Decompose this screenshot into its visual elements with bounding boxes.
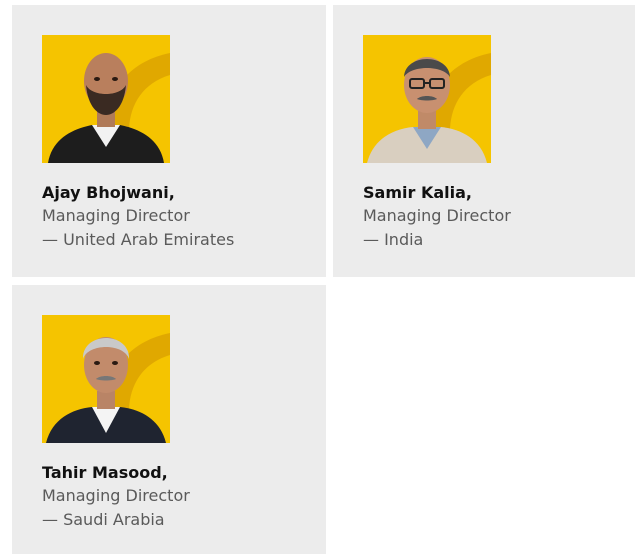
member-photo — [42, 35, 170, 163]
member-photo — [42, 315, 170, 443]
member-role: Managing Director — [42, 206, 190, 225]
member-photo — [363, 35, 491, 163]
member-name: Ajay Bhojwani, — [42, 183, 175, 202]
member-info: Samir Kalia, Managing Director — India — [363, 182, 633, 252]
person-portrait-icon — [363, 35, 491, 163]
team-member-card[interactable]: Ajay Bhojwani, Managing Director — Unite… — [12, 5, 326, 277]
member-role: Managing Director — [363, 206, 511, 225]
member-region: — India — [363, 230, 424, 249]
team-member-card[interactable]: Tahir Masood, Managing Director — Saudi … — [12, 285, 326, 554]
team-grid: Ajay Bhojwani, Managing Director — Unite… — [0, 0, 635, 554]
person-portrait-icon — [42, 315, 170, 443]
team-member-card[interactable]: Samir Kalia, Managing Director — India — [333, 5, 635, 277]
member-region: — United Arab Emirates — [42, 230, 235, 249]
person-portrait-icon — [42, 35, 170, 163]
member-region: — Saudi Arabia — [42, 510, 165, 529]
member-info: Tahir Masood, Managing Director — Saudi … — [42, 462, 312, 532]
member-info: Ajay Bhojwani, Managing Director — Unite… — [42, 182, 312, 252]
member-role: Managing Director — [42, 486, 190, 505]
member-name: Tahir Masood, — [42, 463, 168, 482]
member-name: Samir Kalia, — [363, 183, 472, 202]
